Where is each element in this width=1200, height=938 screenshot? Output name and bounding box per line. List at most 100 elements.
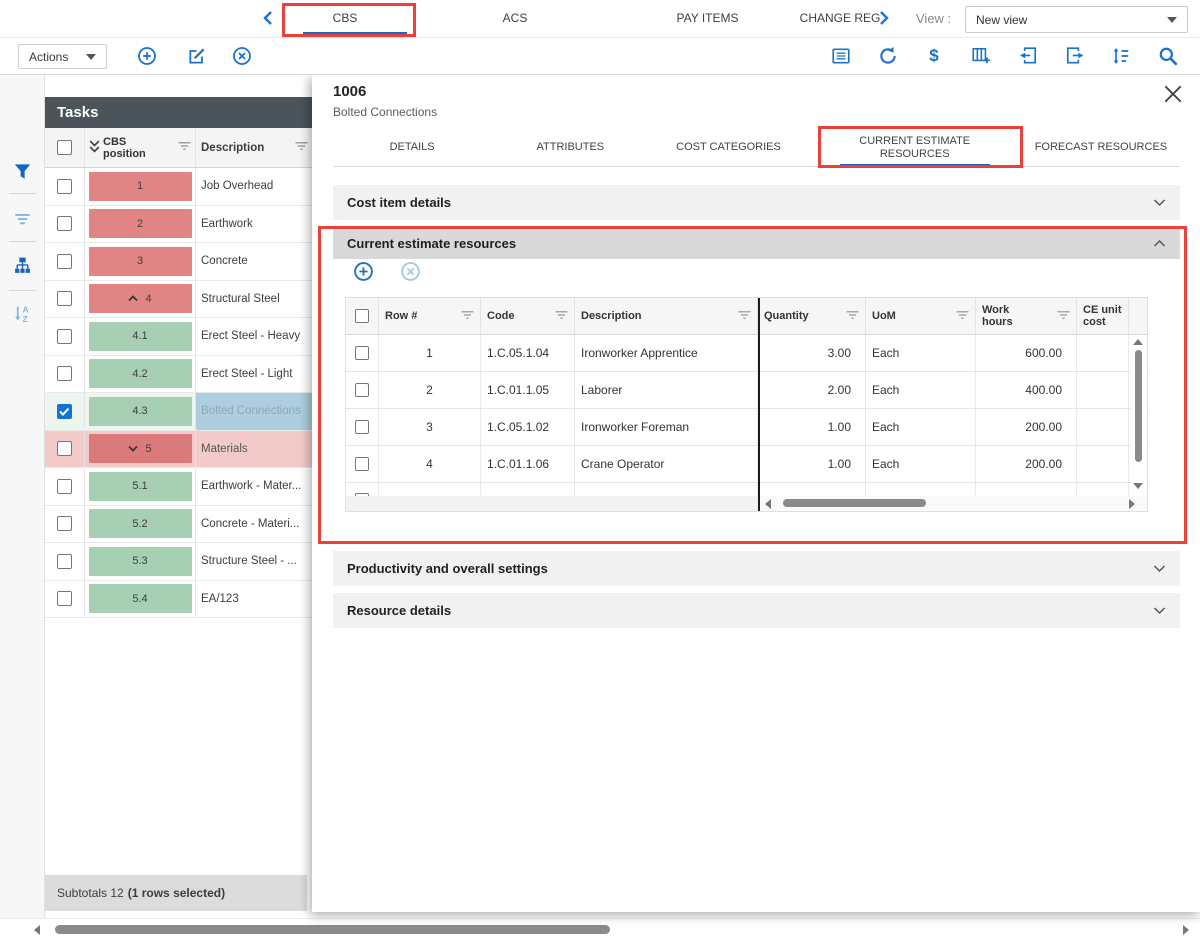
filter-menu-icon[interactable] — [738, 310, 751, 323]
row-checkbox[interactable] — [57, 479, 72, 494]
view-details-icon[interactable] — [831, 46, 851, 66]
collapse-all-icon[interactable] — [89, 140, 100, 156]
nav-forward-chevron-icon[interactable] — [878, 10, 890, 31]
filter-conditions-icon[interactable] — [13, 209, 32, 228]
filter-icon[interactable] — [13, 162, 32, 181]
filter-menu-icon[interactable] — [178, 141, 191, 154]
scroll-left-arrow[interactable] — [765, 499, 771, 509]
search-icon[interactable] — [1158, 46, 1178, 66]
tab-cost-categories[interactable]: COST CATEGORIES — [649, 129, 807, 166]
edit-icon[interactable] — [187, 46, 207, 66]
filter-menu-icon[interactable] — [295, 141, 308, 154]
view-dropdown[interactable]: New view — [965, 6, 1188, 33]
table-row-selected[interactable]: 4.3 Bolted Connections — [45, 393, 312, 431]
table-row[interactable]: 5 Materials — [45, 431, 312, 469]
row-checkbox[interactable] — [57, 516, 72, 531]
resource-row[interactable]: 3 1.C.05.1.02 Ironworker Foreman 1.00 Ea… — [346, 409, 1147, 446]
filter-menu-icon[interactable] — [555, 310, 568, 323]
table-horizontal-scrollbar[interactable] — [346, 496, 1147, 511]
import-icon[interactable] — [1018, 46, 1038, 66]
tab-current-estimate-resources[interactable]: CURRENT ESTIMATE RESOURCES — [808, 129, 1022, 166]
table-row[interactable]: 2 Earthwork — [45, 206, 312, 244]
row-checkbox[interactable] — [57, 254, 72, 269]
row-checkbox[interactable] — [57, 591, 72, 606]
undo-icon[interactable] — [878, 46, 898, 66]
expand-chevron-icon[interactable] — [128, 443, 138, 455]
table-vertical-scrollbar[interactable] — [1131, 336, 1146, 496]
add-resource-icon[interactable] — [353, 261, 374, 282]
add-icon[interactable] — [137, 46, 157, 66]
scroll-right-arrow[interactable] — [1129, 499, 1135, 509]
row-checkbox[interactable] — [355, 457, 369, 471]
table-row[interactable]: 5.4 EA/123 — [45, 581, 312, 619]
nav-tab-change-reg[interactable]: CHANGE REG — [790, 11, 890, 25]
filter-menu-icon[interactable] — [1057, 310, 1070, 323]
frozen-column-divider[interactable] — [758, 298, 760, 511]
table-row[interactable]: 5.2 Concrete - Materi... — [45, 506, 312, 544]
table-row[interactable]: 1 Job Overhead — [45, 168, 312, 206]
section-current-estimate-resources[interactable]: Current estimate resources — [333, 227, 1180, 259]
select-all-checkbox[interactable] — [57, 140, 72, 155]
tab-attributes[interactable]: ATTRIBUTES — [491, 129, 649, 166]
scrollbar-thumb[interactable] — [1135, 350, 1142, 462]
row-height-icon[interactable] — [1111, 46, 1131, 66]
column-header-cbs-position[interactable]: CBS position — [85, 128, 196, 167]
table-row[interactable]: 5.1 Earthwork - Mater... — [45, 468, 312, 506]
table-row[interactable]: 4 Structural Steel — [45, 281, 312, 319]
column-header-description[interactable]: Description — [196, 128, 312, 167]
row-checkbox[interactable] — [57, 179, 72, 194]
collapse-chevron-icon[interactable] — [128, 293, 138, 305]
hierarchy-icon[interactable] — [13, 256, 32, 275]
row-checkbox[interactable] — [57, 329, 72, 344]
section-productivity-settings[interactable]: Productivity and overall settings — [333, 551, 1180, 586]
row-checkbox[interactable] — [355, 346, 369, 360]
filter-menu-icon[interactable] — [461, 310, 474, 323]
section-resource-details[interactable]: Resource details — [333, 593, 1180, 628]
table-row[interactable]: 4.1 Erect Steel - Heavy — [45, 318, 312, 356]
nav-tab-cbs[interactable]: CBS — [300, 11, 390, 25]
column-header-description[interactable]: Description — [575, 298, 758, 334]
resource-row[interactable]: 2 1.C.01.1.05 Laborer 2.00 Each 400.00 — [346, 372, 1147, 409]
scroll-right-arrow[interactable] — [1183, 925, 1189, 935]
scroll-left-arrow[interactable] — [34, 925, 40, 935]
scrollbar-thumb[interactable] — [783, 499, 926, 507]
nav-tab-acs[interactable]: ACS — [470, 11, 560, 25]
select-all-checkbox[interactable] — [355, 309, 369, 323]
currency-icon[interactable]: $ — [924, 46, 944, 66]
row-checkbox-checked[interactable] — [57, 404, 72, 419]
resource-row[interactable]: 1 1.C.05.1.04 Ironworker Apprentice 3.00… — [346, 335, 1147, 372]
section-cost-item-details[interactable]: Cost item details — [333, 185, 1180, 220]
sort-icon[interactable]: AZ — [13, 304, 32, 323]
column-header-code[interactable]: Code — [481, 298, 575, 334]
column-header-ce-unit-cost[interactable]: CE unit cost — [1077, 298, 1129, 334]
main-horizontal-scrollbar[interactable] — [0, 918, 1200, 938]
column-header-uom[interactable]: UoM — [866, 298, 976, 334]
scroll-down-arrow[interactable] — [1133, 483, 1143, 489]
export-icon[interactable] — [1065, 46, 1085, 66]
resource-row[interactable]: 4 1.C.01.1.06 Crane Operator 1.00 Each 2… — [346, 446, 1147, 483]
actions-dropdown[interactable]: Actions — [18, 44, 107, 69]
nav-tab-pay-items[interactable]: PAY ITEMS — [650, 11, 765, 25]
close-icon[interactable] — [1164, 85, 1182, 103]
row-checkbox[interactable] — [57, 216, 72, 231]
filter-menu-icon[interactable] — [956, 310, 969, 323]
delete-icon[interactable] — [232, 46, 252, 66]
add-column-icon[interactable] — [971, 46, 991, 66]
row-checkbox[interactable] — [355, 383, 369, 397]
tab-forecast-resources[interactable]: FORECAST RESOURCES — [1022, 129, 1180, 166]
filter-menu-icon[interactable] — [846, 310, 859, 323]
column-header-quantity[interactable]: Quantity — [758, 298, 866, 334]
row-checkbox[interactable] — [57, 441, 72, 456]
table-row[interactable]: 3 Concrete — [45, 243, 312, 281]
row-checkbox[interactable] — [355, 420, 369, 434]
table-row[interactable]: 4.2 Erect Steel - Light — [45, 356, 312, 394]
scrollbar-thumb[interactable] — [55, 925, 610, 934]
row-checkbox[interactable] — [57, 366, 72, 381]
tab-details[interactable]: DETAILS — [333, 129, 491, 166]
column-header-row-number[interactable]: Row # — [379, 298, 481, 334]
nav-back-chevron-icon[interactable] — [262, 10, 274, 31]
table-row[interactable]: 5.3 Structure Steel - ... — [45, 543, 312, 581]
row-checkbox[interactable] — [57, 554, 72, 569]
column-header-work-hours[interactable]: Work hours — [976, 298, 1077, 334]
scroll-up-arrow[interactable] — [1133, 339, 1143, 345]
